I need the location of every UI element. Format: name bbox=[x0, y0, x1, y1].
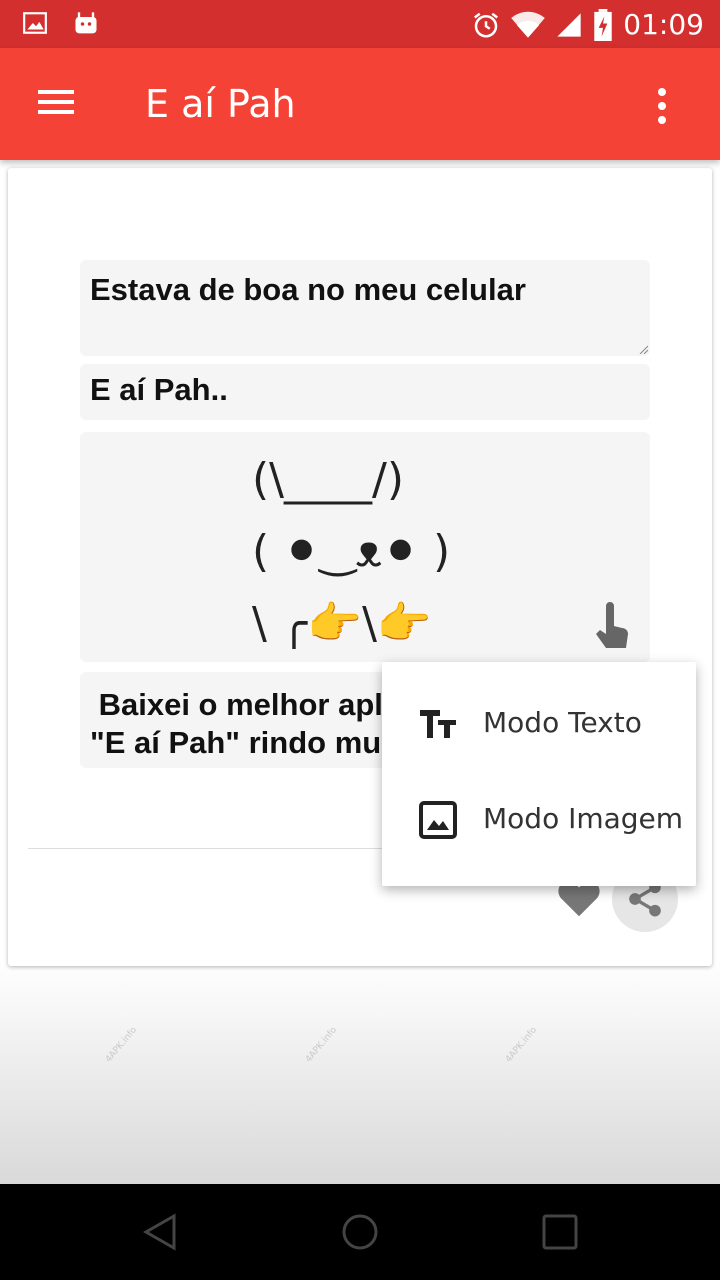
ascii-art-panel[interactable]: (\____/) ( ⚫‿ᴥ⚫ ) \ ╭👉\👉 bbox=[80, 432, 650, 662]
menu-item-modo-texto[interactable]: Modo Texto bbox=[382, 676, 696, 772]
watermark: 4APK.info bbox=[103, 1025, 140, 1065]
art-line: \ ╭👉\👉 bbox=[252, 598, 432, 649]
app-bar: E aí Pah bbox=[0, 48, 720, 160]
navigation-bar bbox=[0, 1184, 720, 1280]
watermark: 4APK.info bbox=[503, 1025, 540, 1065]
more-vert-icon[interactable] bbox=[652, 86, 672, 126]
hamburger-menu-icon[interactable] bbox=[36, 86, 76, 126]
image-icon bbox=[419, 801, 457, 839]
alarm-icon bbox=[474, 12, 499, 37]
status-bar: 01:09 bbox=[0, 0, 720, 48]
image-icon bbox=[23, 12, 47, 34]
battery-icon bbox=[594, 8, 613, 41]
page-title: E aí Pah bbox=[145, 82, 296, 126]
resize-handle-icon[interactable] bbox=[638, 344, 648, 354]
menu-item-modo-imagem[interactable]: Modo Imagem bbox=[382, 772, 696, 868]
wifi-icon bbox=[511, 11, 546, 38]
mode-popup-menu: Modo Texto Modo Imagem bbox=[382, 662, 696, 886]
ascii-art: (\____/) ( ⚫‿ᴥ⚫ ) \ ╭👉\👉 bbox=[252, 444, 450, 660]
menu-item-label: Modo Texto bbox=[483, 706, 642, 739]
menu-item-label: Modo Imagem bbox=[483, 802, 684, 835]
art-line: (\____/) bbox=[252, 454, 404, 505]
text-format-icon bbox=[420, 710, 456, 738]
signal-icon bbox=[557, 12, 581, 37]
home-icon[interactable] bbox=[338, 1210, 382, 1254]
art-line: ( ⚫‿ᴥ⚫ ) bbox=[252, 526, 451, 577]
watermark: 4APK.info bbox=[303, 1025, 340, 1065]
back-icon[interactable] bbox=[138, 1210, 182, 1254]
top-text: Estava de boa no meu celular bbox=[90, 272, 526, 307]
android-icon bbox=[75, 12, 97, 34]
recents-icon[interactable] bbox=[538, 1210, 582, 1254]
middle-text: E aí Pah.. bbox=[90, 372, 228, 407]
touch-hand-icon[interactable] bbox=[590, 600, 630, 654]
top-text-field[interactable]: Estava de boa no meu celular bbox=[80, 260, 650, 356]
middle-text-field[interactable]: E aí Pah.. bbox=[80, 364, 650, 420]
status-time: 01:09 bbox=[623, 8, 704, 41]
